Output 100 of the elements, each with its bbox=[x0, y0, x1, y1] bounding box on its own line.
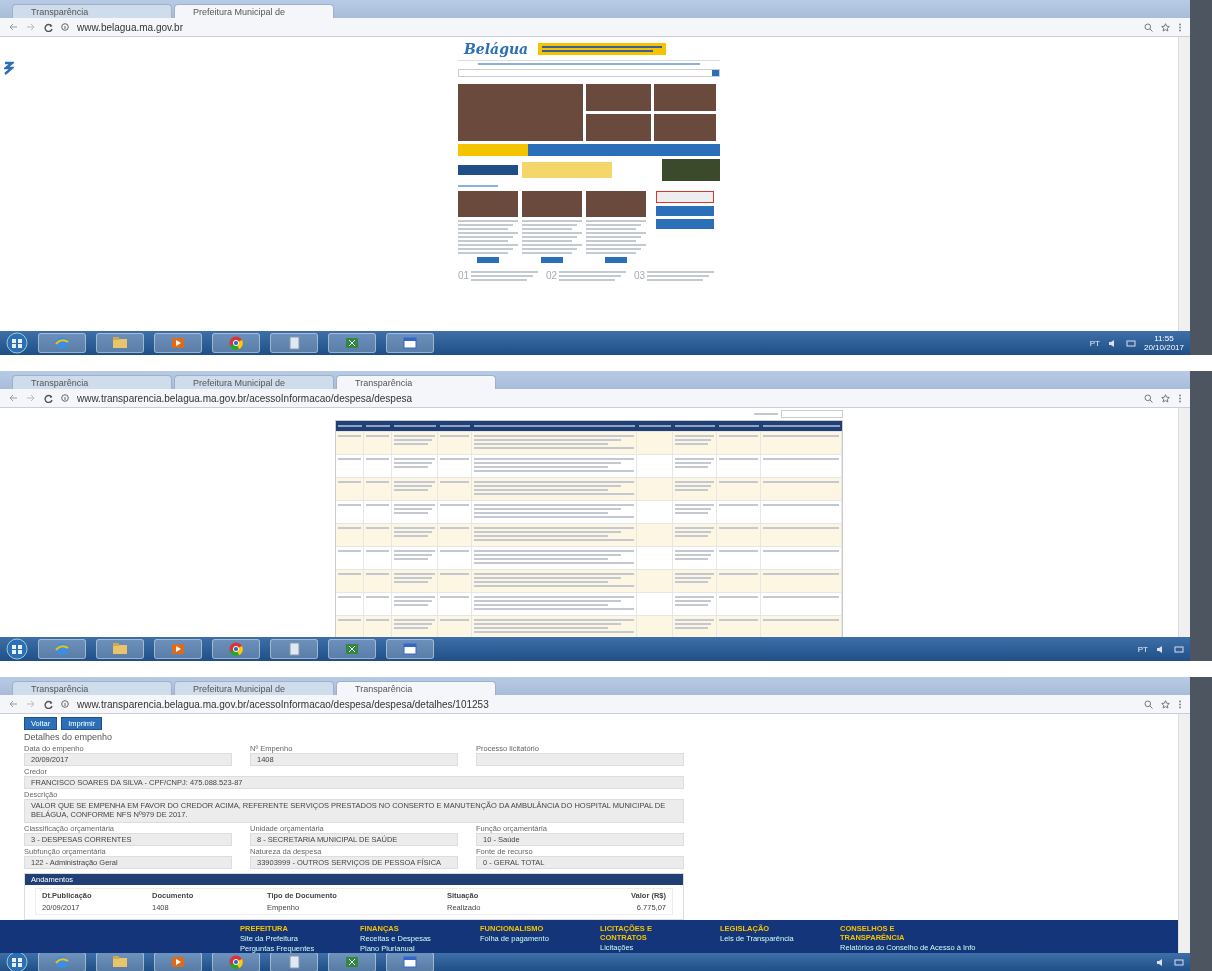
blurred-text-drawing bbox=[458, 184, 498, 188]
blurred-text-drawing bbox=[440, 424, 470, 428]
blurred-text-drawing bbox=[440, 503, 469, 507]
blurred-text-drawing bbox=[440, 434, 469, 438]
blurred-text-drawing bbox=[338, 434, 361, 438]
blurred-text-drawing bbox=[719, 503, 758, 507]
blurred-text-drawing bbox=[675, 457, 714, 469]
blurred-text-drawing bbox=[719, 526, 758, 530]
blurred-text-drawing bbox=[675, 572, 714, 584]
taskbar-button[interactable] bbox=[386, 333, 434, 353]
taskbar-button[interactable] bbox=[270, 952, 318, 971]
blurred-text-drawing bbox=[366, 549, 389, 553]
star-icon bbox=[1161, 393, 1170, 403]
blurred-text-drawing bbox=[675, 526, 714, 538]
browser-tab[interactable]: Prefeitura Municipal de bbox=[174, 375, 334, 389]
blurred-text-drawing bbox=[471, 270, 538, 282]
blurred-text-drawing bbox=[719, 549, 758, 553]
blurred-text-drawing bbox=[754, 412, 778, 416]
browser-tab[interactable]: Prefeitura Municipal de bbox=[174, 681, 334, 695]
blurred-text-drawing bbox=[440, 480, 469, 484]
browser-tab[interactable]: Transparência bbox=[12, 375, 172, 389]
scrollbar[interactable] bbox=[1178, 37, 1190, 331]
back-icon bbox=[8, 394, 18, 402]
blurred-text-drawing bbox=[366, 595, 389, 599]
language-indicator[interactable]: PT bbox=[1089, 338, 1100, 348]
browser-icon bbox=[53, 335, 71, 351]
blurred-text-drawing bbox=[675, 595, 714, 607]
search-field[interactable] bbox=[458, 69, 720, 77]
spreadsheet-icon bbox=[343, 954, 361, 970]
blurred-text-drawing bbox=[559, 270, 626, 282]
taskbar-button[interactable] bbox=[386, 952, 434, 971]
blurred-text-drawing bbox=[394, 434, 435, 446]
blurred-text-drawing bbox=[338, 595, 361, 599]
blurred-text-drawing bbox=[675, 424, 715, 428]
blurred-text-drawing bbox=[719, 480, 758, 484]
taskbar-button[interactable] bbox=[212, 952, 260, 971]
browser-tab[interactable]: Transparência bbox=[336, 375, 496, 389]
browser-tab[interactable]: Transparência bbox=[336, 681, 496, 695]
list-number: 03 bbox=[634, 270, 646, 281]
blurred-text-drawing bbox=[366, 457, 389, 461]
scrollbar[interactable] bbox=[1178, 714, 1190, 953]
play-icon bbox=[169, 641, 187, 657]
blurred-text-drawing bbox=[440, 618, 469, 622]
blurred-text-drawing bbox=[440, 549, 469, 553]
chrome-icon bbox=[227, 954, 245, 970]
blurred-text-drawing bbox=[522, 219, 582, 255]
browser-tab[interactable]: Transparência bbox=[12, 681, 172, 695]
field-value[interactable] bbox=[476, 753, 684, 766]
folder-icon bbox=[111, 641, 129, 657]
blurred-text-drawing bbox=[719, 572, 758, 576]
back-icon bbox=[8, 23, 18, 31]
blurred-text-drawing bbox=[366, 526, 389, 530]
menu-icon bbox=[1178, 699, 1182, 709]
language-indicator[interactable]: PT bbox=[1137, 644, 1148, 654]
blurred-text-drawing bbox=[338, 549, 361, 553]
blurred-text-drawing bbox=[675, 503, 714, 515]
banner[interactable] bbox=[538, 43, 667, 55]
play-icon bbox=[169, 335, 187, 351]
window-icon bbox=[401, 954, 419, 970]
blurred-text-drawing bbox=[458, 219, 518, 255]
blurred-text-drawing bbox=[394, 424, 436, 428]
search-icon bbox=[1144, 699, 1153, 709]
site-logo[interactable]: Belágua bbox=[464, 41, 529, 57]
scrollbar[interactable] bbox=[1178, 408, 1190, 637]
browser-icon bbox=[53, 641, 71, 657]
blurred-text-drawing bbox=[338, 424, 362, 428]
taskbar-button[interactable] bbox=[386, 639, 434, 659]
blurred-text-drawing bbox=[719, 595, 758, 599]
column-header[interactable] bbox=[336, 421, 364, 431]
clock-time: 11:55 bbox=[1154, 334, 1174, 343]
forward-icon bbox=[26, 700, 36, 708]
taskbar-button[interactable] bbox=[38, 952, 86, 971]
network-icon bbox=[1125, 338, 1136, 348]
menu-icon bbox=[1178, 393, 1182, 403]
blurred-text-drawing bbox=[338, 480, 361, 484]
taskbar-button[interactable] bbox=[154, 952, 202, 971]
start-icon bbox=[6, 951, 28, 971]
search-field[interactable] bbox=[781, 410, 843, 418]
ad-banner[interactable] bbox=[656, 191, 714, 203]
blurred-text-drawing bbox=[394, 618, 435, 630]
taskbar-button[interactable] bbox=[328, 952, 376, 971]
search-icon bbox=[1144, 22, 1153, 32]
blurred-text-drawing bbox=[647, 270, 714, 282]
blurred-text-drawing bbox=[394, 526, 435, 538]
chrome-icon bbox=[227, 335, 245, 351]
blurred-text-drawing bbox=[394, 595, 435, 607]
blurred-text-drawing bbox=[366, 434, 389, 438]
blurred-text-drawing bbox=[675, 434, 714, 446]
blurred-text-drawing bbox=[675, 618, 714, 630]
taskbar-button[interactable] bbox=[96, 952, 144, 971]
forward-icon bbox=[26, 394, 36, 402]
list-number: 02 bbox=[546, 270, 558, 281]
spreadsheet-icon bbox=[343, 641, 361, 657]
banner-strip bbox=[458, 144, 528, 156]
blurred-text-drawing bbox=[586, 219, 646, 255]
blurred-text-drawing bbox=[719, 457, 758, 461]
logo-fragment-icon bbox=[4, 61, 14, 75]
browser-tab[interactable]: Prefeitura Municipal de bbox=[174, 4, 334, 18]
browser-tab[interactable]: Transparência bbox=[12, 4, 172, 18]
blurred-text-drawing bbox=[394, 572, 435, 584]
